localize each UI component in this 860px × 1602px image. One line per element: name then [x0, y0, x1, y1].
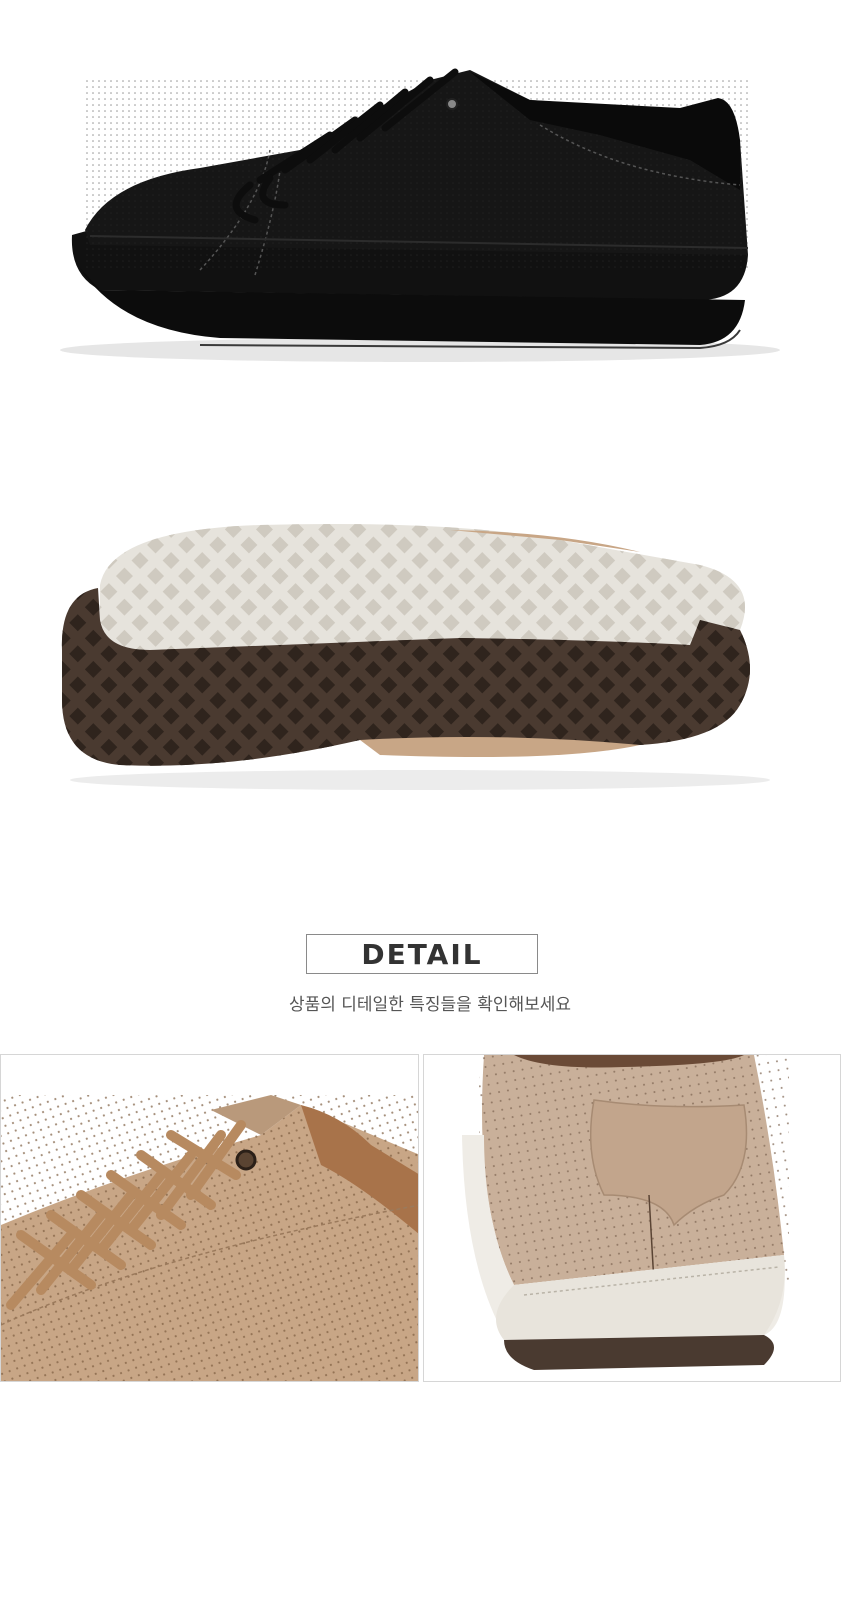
product-image-side-view — [0, 0, 860, 440]
detail-subtitle: 상품의 디테일한 특징들을 확인해보세요 — [288, 995, 572, 1015]
detail-image-laces — [0, 1054, 419, 1382]
detail-section: DETAIL 상품의 디테일한 특징들을 확인해보세요 — [0, 934, 860, 1015]
product-image-outsole — [0, 470, 860, 830]
detail-title: DETAIL — [306, 934, 538, 974]
detail-image-heel — [423, 1054, 841, 1382]
